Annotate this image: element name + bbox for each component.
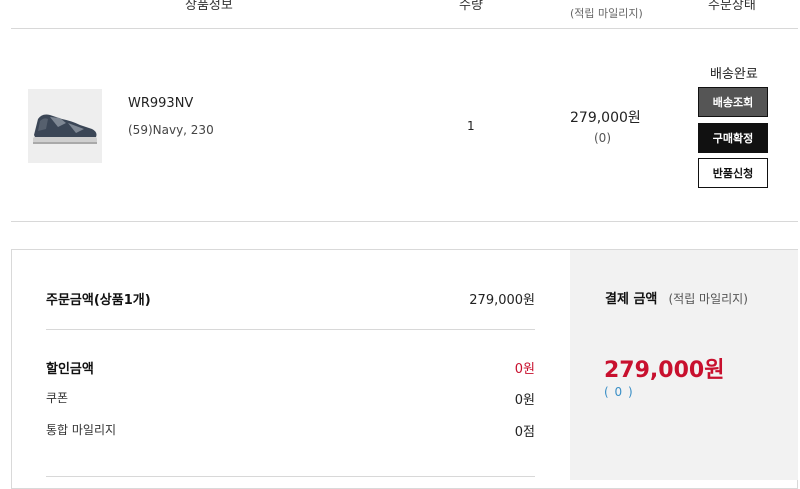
payment-mileage: ( 0 ) bbox=[604, 385, 634, 399]
header-order-status: 주문상태 bbox=[708, 0, 756, 13]
header-divider bbox=[11, 28, 798, 29]
product-quantity: 1 bbox=[467, 119, 475, 133]
product-name[interactable]: WR993NV bbox=[128, 96, 193, 111]
product-thumbnail[interactable] bbox=[28, 89, 102, 163]
confirm-purchase-button[interactable]: 구매확정 bbox=[698, 123, 768, 153]
discount-value: 0원 bbox=[514, 362, 535, 377]
order-status: 배송완료 bbox=[710, 67, 758, 82]
sneaker-icon bbox=[28, 89, 102, 163]
coupon-value: 0원 bbox=[514, 393, 535, 408]
return-request-button[interactable]: 반품신청 bbox=[698, 158, 768, 188]
payment-heading: 결제 금액 (적립 마일리지) bbox=[605, 288, 748, 307]
coupon-label: 쿠폰 bbox=[46, 391, 69, 405]
header-product-info: 상품정보 bbox=[185, 0, 233, 13]
row-divider bbox=[11, 221, 798, 222]
summary-divider-1 bbox=[46, 329, 535, 330]
order-amount-label: 주문금액(상품1개) bbox=[46, 293, 151, 308]
order-amount-value: 279,000원 bbox=[469, 293, 535, 308]
track-delivery-button[interactable]: 배송조회 bbox=[698, 87, 768, 117]
product-price: 279,000원 bbox=[570, 110, 641, 126]
header-quantity: 수량 bbox=[459, 0, 483, 13]
product-option: (59)Navy, 230 bbox=[128, 123, 214, 137]
payment-subtitle: (적립 마일리지) bbox=[668, 292, 748, 306]
mileage-label: 통합 마일리지 bbox=[46, 423, 117, 437]
discount-label: 할인금액 bbox=[46, 362, 94, 377]
summary-divider-2 bbox=[46, 476, 535, 477]
mileage-value: 0점 bbox=[514, 425, 535, 440]
header-mileage-note: (적립 마일리지) bbox=[570, 7, 643, 20]
product-mileage: (0) bbox=[594, 131, 611, 145]
payment-title: 결제 금액 bbox=[605, 292, 658, 307]
payment-amount: 279,000원 bbox=[604, 358, 725, 383]
